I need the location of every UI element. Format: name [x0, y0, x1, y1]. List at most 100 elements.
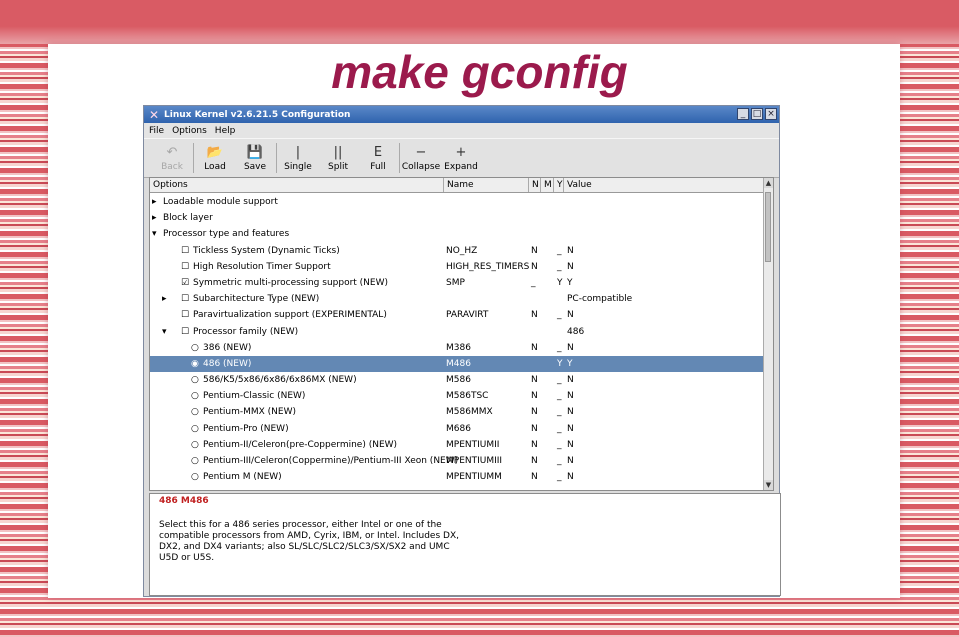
option-mark-icon[interactable]: ○ [191, 340, 199, 356]
minimize-button[interactable]: _ [737, 108, 749, 120]
option-n[interactable]: N [531, 259, 538, 275]
tree-row[interactable]: ▸ ☐ Subarchitecture Type (NEW) PC-compatibl… [150, 291, 767, 307]
option-y[interactable]: Y [557, 275, 563, 291]
maximize-button[interactable]: □ [751, 108, 763, 120]
option-m[interactable]: _ [557, 421, 562, 437]
column-y[interactable]: Y [554, 178, 564, 192]
option-n[interactable]: N [531, 243, 538, 259]
option-m[interactable]: _ [557, 469, 562, 485]
tree-row[interactable]: ▾ Processor type and features [150, 226, 767, 242]
tree-scrollbar[interactable]: ▲ ▼ [763, 178, 773, 490]
toolbar: ↶ Back 📂 Load 💾 Save | Single || Split E Full − Colla… [144, 138, 779, 178]
tree-row[interactable]: ▾ ☐ Processor family (NEW) 486 [150, 324, 767, 340]
option-m[interactable]: _ [557, 307, 562, 323]
option-mark-icon[interactable]: ○ [191, 421, 199, 437]
option-symbol: MPENTIUMM [446, 472, 502, 483]
tree-row[interactable]: ☐ Tickless System (Dynamic Ticks) NO_HZ N _ N [150, 243, 767, 259]
option-mark-icon[interactable]: ○ [191, 404, 199, 420]
tree-row[interactable]: ◉ 486 (NEW) M486 Y Y [150, 355, 767, 373]
expander-icon[interactable]: ▸ [152, 194, 157, 210]
tree-row[interactable]: ○ Pentium-II/Celeron(pre-Coppermine) (NEW… [150, 437, 767, 453]
option-m[interactable]: _ [557, 404, 562, 420]
tree-row[interactable]: ○ Pentium-MMX (NEW) M586MMX N _ N [150, 404, 767, 420]
option-value: N [567, 407, 574, 418]
option-mark-icon[interactable]: ☐ [181, 307, 189, 323]
option-n[interactable]: N [531, 340, 538, 356]
tree-row[interactable]: ☑ Symmetric multi-processing support (NEW… [150, 275, 767, 291]
option-mark-icon[interactable]: ☑ [181, 275, 189, 291]
option-m[interactable]: _ [557, 340, 562, 356]
tree-row[interactable]: ▸ Block layer [150, 210, 767, 226]
column-n[interactable]: N [529, 178, 541, 192]
option-label: Block layer [163, 213, 213, 224]
option-y[interactable]: Y [557, 356, 563, 372]
option-value: N [567, 310, 574, 321]
option-n[interactable]: N [531, 437, 538, 453]
expander-icon[interactable]: ▾ [152, 226, 157, 242]
expand-button[interactable]: + Expand [441, 139, 481, 177]
full-button[interactable]: E Full [358, 139, 398, 177]
scroll-up-icon[interactable]: ▲ [764, 178, 773, 188]
menu-file[interactable]: File [149, 126, 164, 136]
option-n[interactable]: N [531, 453, 538, 469]
menu-options[interactable]: Options [172, 126, 207, 136]
option-n[interactable]: N [531, 372, 538, 388]
menu-bar: File Options Help [144, 123, 779, 138]
expander-icon[interactable]: ▸ [152, 210, 157, 226]
option-mark-icon[interactable]: ○ [191, 437, 199, 453]
expander-icon[interactable]: ▸ [162, 291, 167, 307]
menu-help[interactable]: Help [215, 126, 236, 136]
option-m[interactable]: _ [557, 453, 562, 469]
option-m[interactable]: _ [557, 388, 562, 404]
window-titlebar[interactable]: ✕ Linux Kernel v2.6.21.5 Configuration _… [144, 106, 779, 123]
option-m[interactable]: _ [557, 437, 562, 453]
toolbar-separator [399, 143, 400, 173]
option-mark-icon[interactable]: ☐ [181, 259, 189, 275]
column-options[interactable]: Options [150, 178, 444, 192]
option-mark-icon[interactable]: ○ [191, 469, 199, 485]
option-m[interactable]: _ [557, 372, 562, 388]
column-name[interactable]: Name [444, 178, 529, 192]
option-mark-icon[interactable]: ○ [191, 453, 199, 469]
option-mark-icon[interactable]: ○ [191, 388, 199, 404]
option-mark-icon[interactable]: ○ [191, 372, 199, 388]
tree-row[interactable]: ○ Pentium M (NEW) MPENTIUMM N _ N [150, 469, 767, 485]
column-m[interactable]: M [541, 178, 554, 192]
option-mark-icon[interactable]: ◉ [191, 356, 199, 372]
option-symbol: M586MMX [446, 407, 493, 418]
tree-row[interactable]: ☐ Paravirtualization support (EXPERIMENTA… [150, 307, 767, 323]
close-button[interactable]: × [765, 108, 777, 120]
back-button[interactable]: ↶ Back [152, 139, 192, 177]
tree-header: Options Name N M Y Value [150, 178, 767, 193]
column-value[interactable]: Value [564, 178, 767, 192]
tree-row[interactable]: ○ Pentium-III/Celeron(Coppermine)/Pentium… [150, 453, 767, 469]
tree-row[interactable]: ○ 586/K5/5x86/6x86/6x86MX (NEW) M586 N _ N [150, 372, 767, 388]
scroll-thumb[interactable] [765, 192, 771, 262]
load-button[interactable]: 📂 Load [195, 139, 235, 177]
option-n[interactable]: N [531, 404, 538, 420]
option-mark-icon[interactable]: ☐ [181, 291, 189, 307]
split-button[interactable]: || Split [318, 139, 358, 177]
tree-row[interactable]: ▸ Loadable module support [150, 194, 767, 210]
tree-row[interactable]: ○ Pentium-Pro (NEW) M686 N _ N [150, 421, 767, 437]
tree-row[interactable]: ☐ High Resolution Timer Support HIGH_RES_T… [150, 259, 767, 275]
scroll-down-icon[interactable]: ▼ [764, 480, 773, 490]
option-n[interactable]: _ [531, 275, 536, 291]
option-m[interactable]: _ [557, 259, 562, 275]
option-n[interactable]: N [531, 469, 538, 485]
single-button[interactable]: | Single [278, 139, 318, 177]
expander-icon[interactable]: ▾ [162, 324, 167, 340]
tree-row[interactable]: ○ 386 (NEW) M386 N _ N [150, 340, 767, 356]
option-n[interactable]: N [531, 307, 538, 323]
option-n[interactable]: N [531, 388, 538, 404]
collapse-button[interactable]: − Collapse [401, 139, 441, 177]
option-mark-icon[interactable]: ☐ [181, 243, 189, 259]
option-value: N [567, 375, 574, 386]
option-m[interactable]: _ [557, 243, 562, 259]
tree-row[interactable]: ○ Pentium-Classic (NEW) M586TSC N _ N [150, 388, 767, 404]
option-mark-icon[interactable]: ☐ [181, 324, 189, 340]
option-n[interactable]: N [531, 421, 538, 437]
options-tree: Options Name N M Y Value ▸ Loadable modul… [149, 177, 774, 491]
option-value: N [567, 391, 574, 402]
save-button[interactable]: 💾 Save [235, 139, 275, 177]
